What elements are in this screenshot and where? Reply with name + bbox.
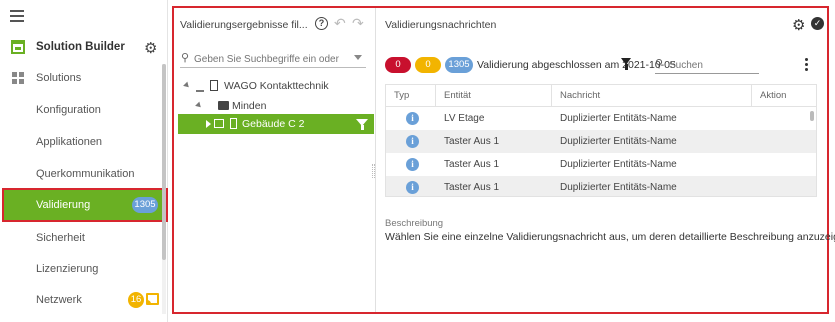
checkbox-icon[interactable] — [214, 119, 224, 128]
tree-search-field[interactable]: ⚲ — [180, 50, 366, 68]
sidebar-item-solutions[interactable]: Solutions — [0, 63, 160, 93]
cell-entity: Taster Aus 1 — [444, 182, 500, 193]
tree-node-label: Gebäude C 2 — [242, 118, 305, 130]
redo-icon[interactable]: ↷ — [352, 15, 364, 32]
sidebar-item-label: Konfiguration — [36, 104, 101, 116]
tree-node-label: WAGO Kontakttechnik — [224, 80, 329, 92]
building-icon — [230, 118, 237, 129]
validation-results-filter-panel: Validierungsergebnisse fil... ? ↶ ↷ ⚲ WA… — [174, 8, 376, 312]
sidebar-item-label: Querkommunikation — [36, 168, 135, 180]
solutions-grid-icon — [12, 72, 24, 84]
cell-entity: LV Etage — [444, 113, 485, 124]
table-header: Typ Entität Nachricht Aktion — [386, 85, 816, 107]
project-icon — [210, 80, 218, 91]
search-icon: ⚲ — [181, 52, 190, 64]
tree-panel-title: Validierungsergebnisse fil... — [180, 19, 308, 31]
messages-search-input[interactable] — [669, 57, 757, 73]
app-title: Solution Builder — [36, 41, 125, 53]
info-count-badge[interactable]: 1305 — [445, 57, 473, 73]
tree-node-gebaeude-c2[interactable]: Gebäude C 2 — [178, 114, 374, 134]
filter-icon[interactable] — [356, 119, 368, 130]
undo-icon[interactable]: ↶ — [334, 15, 346, 32]
validation-messages-panel: Validierungsnachrichten ⚙ ✓ 0 0 1305 Val… — [377, 8, 835, 312]
gear-icon[interactable]: ⚙ — [144, 39, 157, 57]
table-scrollbar-thumb[interactable] — [810, 111, 814, 121]
validation-count-badge: 1305 — [132, 197, 158, 213]
messages-search-field[interactable]: ⚲ — [655, 56, 759, 74]
info-icon: i — [406, 158, 419, 171]
sidebar-item-netzwerk[interactable]: Netzwerk 16 — [0, 285, 160, 315]
expand-arrow-icon[interactable] — [183, 81, 191, 90]
cell-entity: Taster Aus 1 — [444, 136, 500, 147]
messages-panel-title: Validierungsnachrichten — [385, 19, 497, 31]
more-options-icon[interactable] — [805, 58, 808, 71]
tree-node-label: Minden — [232, 100, 267, 112]
sidebar-item-label: Validierung — [36, 199, 91, 211]
info-icon: i — [406, 181, 419, 194]
sidebar-item-sicherheit[interactable]: Sicherheit — [0, 223, 160, 253]
cell-message: Duplizierter Entitäts-Name — [560, 182, 677, 193]
check-circle-icon[interactable]: ✓ — [811, 17, 824, 30]
validation-workspace: Validierungsergebnisse fil... ? ↶ ↷ ⚲ WA… — [172, 6, 835, 314]
panel-resize-handle[interactable] — [372, 164, 375, 178]
app-header: Solution Builder ⚙ — [0, 34, 168, 60]
table-row[interactable]: i LV Etage Duplizierter Entitäts-Name — [386, 107, 816, 130]
filter-icon[interactable] — [621, 58, 631, 70]
gear-icon[interactable]: ⚙ — [792, 16, 805, 34]
warning-count-badge[interactable]: 0 — [415, 57, 441, 73]
expand-arrow-icon[interactable] — [195, 101, 203, 110]
sidebar-item-validierung[interactable]: Validierung 1305 — [2, 188, 168, 222]
sidebar-item-label: Netzwerk — [36, 294, 82, 306]
network-count-badge: 16 — [128, 292, 144, 308]
cell-message: Duplizierter Entitäts-Name — [560, 136, 677, 147]
cast-icon — [146, 293, 159, 305]
messages-table: Typ Entität Nachricht Aktion i LV Etage … — [385, 84, 817, 197]
sidebar-item-label: Sicherheit — [36, 232, 85, 244]
search-icon: ⚲ — [655, 58, 664, 70]
location-icon — [218, 101, 229, 110]
help-icon[interactable]: ? — [315, 17, 328, 30]
chevron-down-icon[interactable] — [354, 55, 362, 60]
table-row[interactable]: i Taster Aus 1 Duplizierter Entitäts-Nam… — [386, 176, 816, 196]
solution-builder-logo-icon — [11, 40, 25, 54]
tree-node-minden[interactable]: Minden — [174, 96, 374, 116]
description-label: Beschreibung — [385, 218, 444, 229]
info-icon: i — [406, 112, 419, 125]
error-count-badge[interactable]: 0 — [385, 57, 411, 73]
sidebar-item-konfiguration[interactable]: Konfiguration — [0, 95, 160, 125]
description-text: Wählen Sie eine einzelne Validierungsnac… — [385, 231, 835, 243]
tree-search-input[interactable] — [194, 51, 344, 67]
cell-message: Duplizierter Entitäts-Name — [560, 113, 677, 124]
validation-status-text: Validierung abgeschlossen am 2021-10-05 — [477, 59, 676, 71]
cell-entity: Taster Aus 1 — [444, 159, 500, 170]
info-icon: i — [406, 135, 419, 148]
tree-node-wago[interactable]: WAGO Kontakttechnik — [174, 76, 374, 96]
sidebar-scrollbar-thumb[interactable] — [162, 64, 166, 260]
column-header-nachricht[interactable]: Nachricht — [552, 85, 752, 107]
expand-arrow-icon[interactable] — [206, 120, 211, 128]
cell-message: Duplizierter Entitäts-Name — [560, 159, 677, 170]
column-header-typ[interactable]: Typ — [386, 85, 436, 107]
column-header-aktion[interactable]: Aktion — [752, 85, 816, 107]
sidebar: Solution Builder ⚙ Solutions Konfigurati… — [0, 0, 168, 322]
sidebar-item-label: Solutions — [36, 72, 82, 84]
hamburger-menu-icon[interactable] — [10, 10, 24, 22]
sidebar-item-label: Applikationen — [36, 136, 103, 148]
sidebar-item-applikationen[interactable]: Applikationen — [0, 127, 160, 157]
sidebar-item-label: Lizenzierung — [36, 263, 99, 275]
sidebar-item-querkommunikation[interactable]: Querkommunikation — [0, 159, 160, 189]
node-connector — [196, 90, 204, 92]
sidebar-item-lizenzierung[interactable]: Lizenzierung — [0, 254, 160, 284]
table-row[interactable]: i Taster Aus 1 Duplizierter Entitäts-Nam… — [386, 153, 816, 176]
column-header-entitaet[interactable]: Entität — [436, 85, 552, 107]
table-row[interactable]: i Taster Aus 1 Duplizierter Entitäts-Nam… — [386, 130, 816, 153]
